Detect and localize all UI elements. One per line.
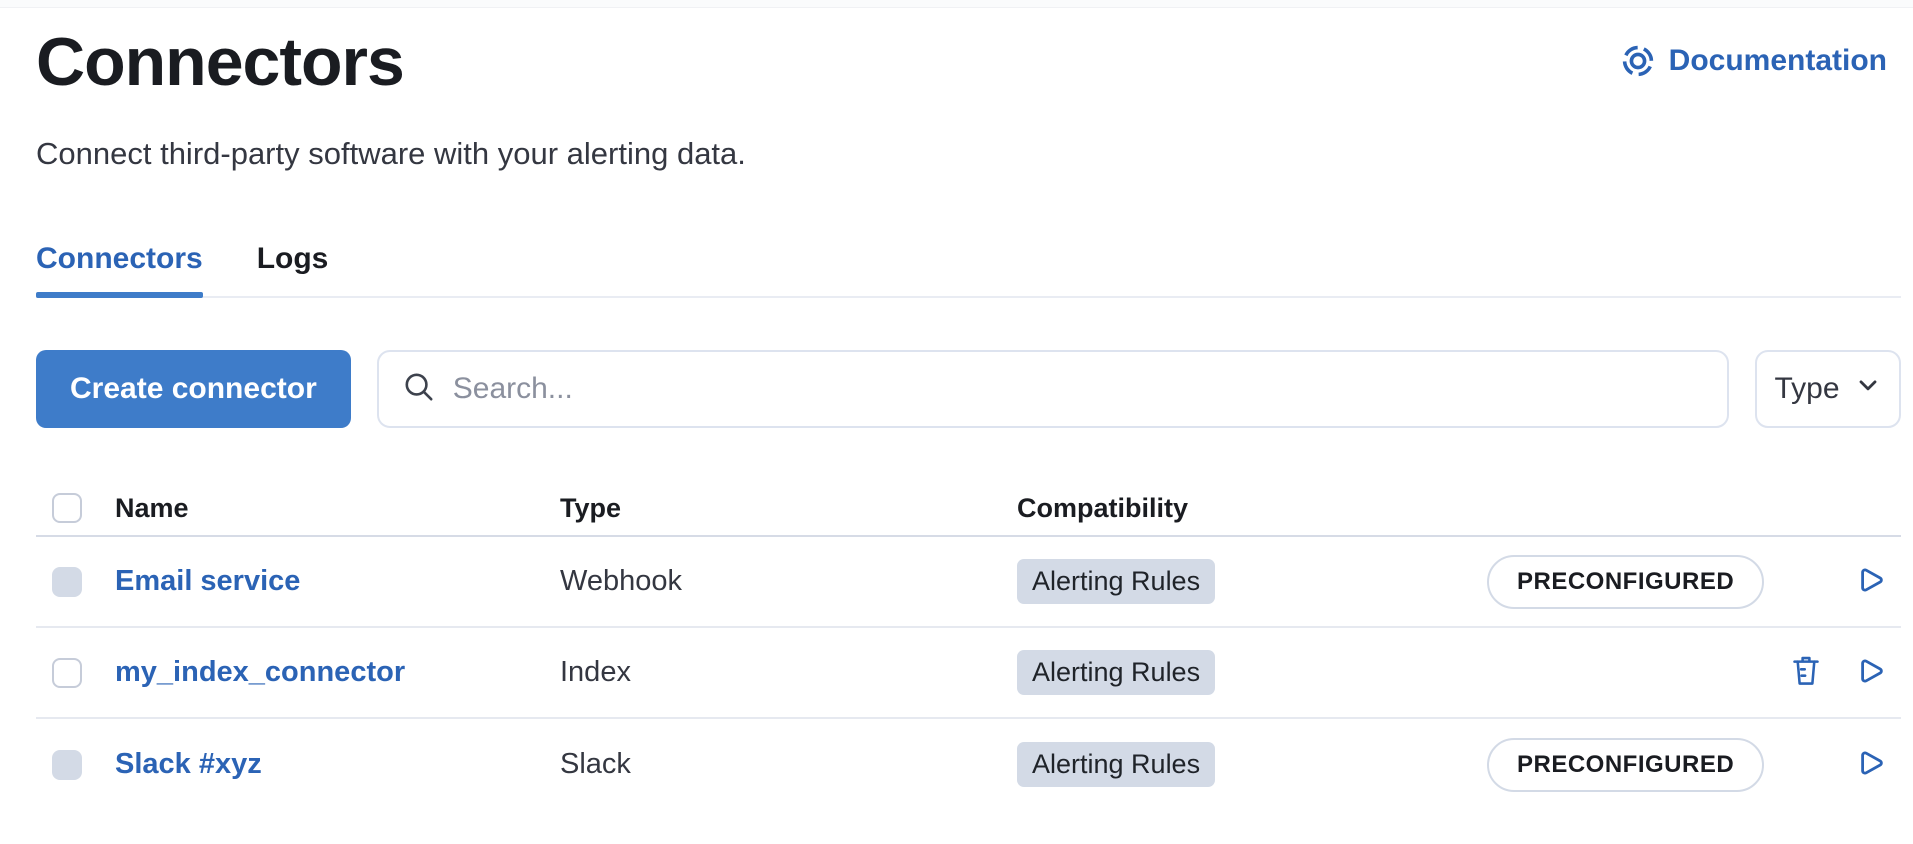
chevron-down-icon (1854, 371, 1882, 407)
run-connector-button[interactable] (1855, 747, 1887, 782)
trash-icon (1789, 654, 1823, 691)
page-title: Connectors (36, 28, 404, 96)
row-checkbox[interactable] (52, 750, 82, 780)
tab-connectors[interactable]: Connectors (36, 242, 203, 296)
play-icon (1855, 655, 1887, 690)
create-connector-button[interactable]: Create connector (36, 350, 351, 428)
play-icon (1855, 747, 1887, 782)
compatibility-badge: Alerting Rules (1017, 559, 1215, 604)
table-row: my_index_connector Index Alerting Rules (36, 628, 1901, 719)
run-connector-button[interactable] (1855, 655, 1887, 690)
connectors-page: Connectors Documentation Connect third-p… (0, 8, 1913, 810)
column-header-type: Type (560, 493, 1017, 524)
compatibility-badge: Alerting Rules (1017, 650, 1215, 695)
search-input[interactable] (453, 372, 1703, 406)
type-filter-button[interactable]: Type (1755, 350, 1901, 428)
table-header-row: Name Type Compatibility (36, 481, 1901, 537)
play-icon (1855, 564, 1887, 599)
page-header: Connectors Documentation (36, 28, 1901, 96)
column-header-name: Name (115, 493, 560, 524)
connector-type: Index (560, 656, 1017, 689)
connector-name-link[interactable]: my_index_connector (115, 656, 405, 689)
select-all-checkbox[interactable] (52, 493, 82, 523)
run-connector-button[interactable] (1855, 564, 1887, 599)
table-row: Slack #xyz Slack Alerting Rules PRECONFI… (36, 719, 1901, 810)
search-box (377, 350, 1729, 428)
preconfigured-badge: PRECONFIGURED (1487, 555, 1764, 609)
page-subtitle: Connect third-party software with your a… (36, 136, 1901, 172)
connector-type: Webhook (560, 565, 1017, 598)
table-row: Email service Webhook Alerting Rules PRE… (36, 537, 1901, 628)
preconfigured-badge: PRECONFIGURED (1487, 738, 1764, 792)
magnifier-icon (403, 371, 435, 408)
table-body: Email service Webhook Alerting Rules PRE… (36, 537, 1901, 810)
delete-connector-button[interactable] (1789, 654, 1823, 691)
connectors-table: Name Type Compatibility Email service We… (36, 481, 1901, 810)
documentation-label: Documentation (1669, 44, 1887, 78)
tab-bar: Connectors Logs (36, 242, 1901, 298)
tab-logs[interactable]: Logs (257, 242, 329, 296)
connector-name-link[interactable]: Email service (115, 565, 300, 598)
row-checkbox[interactable] (52, 658, 82, 688)
life-ring-icon (1621, 44, 1655, 78)
compatibility-badge: Alerting Rules (1017, 742, 1215, 787)
connector-type: Slack (560, 748, 1017, 781)
row-checkbox[interactable] (52, 567, 82, 597)
documentation-link[interactable]: Documentation (1621, 44, 1887, 78)
top-edge-strip (0, 0, 1913, 8)
column-header-compatibility: Compatibility (1017, 493, 1487, 524)
type-filter-label: Type (1774, 372, 1839, 406)
toolbar: Create connector Type (36, 350, 1901, 428)
connector-name-link[interactable]: Slack #xyz (115, 748, 262, 781)
